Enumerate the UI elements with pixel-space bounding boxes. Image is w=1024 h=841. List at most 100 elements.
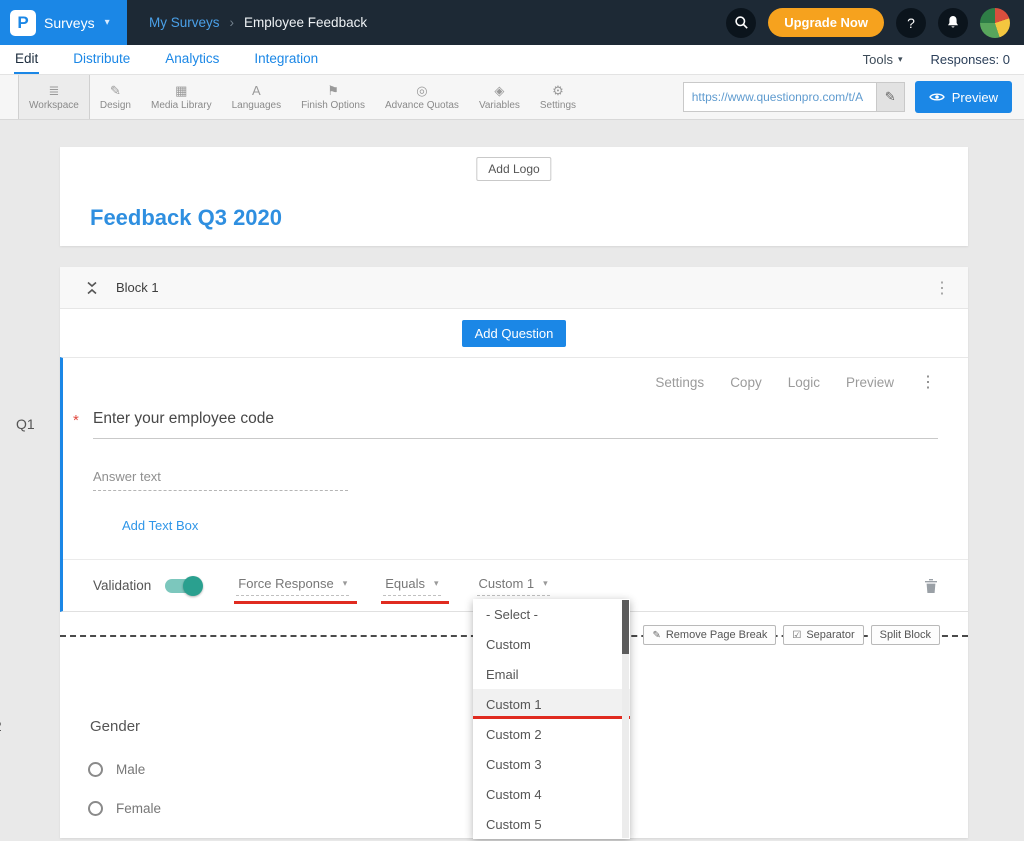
main-tabs: Edit Distribute Analytics Integration To… [0,45,1024,75]
question-menu-kebab-icon[interactable]: ⋮ [920,372,936,392]
add-logo-button[interactable]: Add Logo [476,157,551,181]
tools-menu[interactable]: Tools ▾ [863,52,903,67]
trash-icon [924,578,938,594]
toolbar-item-finish-options[interactable]: ⚑ Finish Options [291,75,375,119]
question-text[interactable]: Enter your employee code [93,410,274,427]
breadcrumb: My Surveys › Employee Feedback [149,15,367,30]
pencil-icon: ✎ [652,630,660,641]
validation-type-value: Custom 1 [479,576,535,591]
design-icon: ✎ [110,84,121,97]
preview-button[interactable]: Preview [915,81,1012,113]
tab-distribute[interactable]: Distribute [72,45,131,74]
force-response-value: Force Response [238,576,333,591]
validation-label: Validation [93,578,151,593]
toolbar-item-label: Variables [479,100,520,111]
remove-page-break-button[interactable]: ✎ Remove Page Break [643,625,776,645]
radio-button-icon[interactable] [88,762,103,777]
validation-type-select[interactable]: Custom 1 ▾ [477,576,550,596]
answer-text-field[interactable]: Answer text [93,469,348,491]
split-block-label: Split Block [880,629,931,641]
toolbar-item-advance-quotas[interactable]: ◎ Advance Quotas [375,75,469,119]
block-card: Block 1 ⋮ Add Question Q1 Settings Copy … [60,267,968,838]
validation-toggle[interactable] [165,579,201,593]
dropdown-item-custom-2[interactable]: Custom 2 [473,719,630,749]
validation-row: Validation Force Response ▾ Equals ▾ [63,559,968,611]
split-block-button[interactable]: Split Block [871,625,940,645]
notifications-button[interactable] [938,8,968,38]
breadcrumb-my-surveys[interactable]: My Surveys [149,15,220,30]
toolbar-item-workspace[interactable]: ≣ Workspace [18,75,90,119]
topbar-actions: Upgrade Now ? [726,8,1024,38]
question-preview-link[interactable]: Preview [846,375,894,390]
dropdown-item-custom-3[interactable]: Custom 3 [473,749,630,779]
question-copy-link[interactable]: Copy [730,375,762,390]
user-avatar[interactable] [980,8,1010,38]
page-break-buttons: ✎ Remove Page Break ☑ Separator Split Bl… [643,625,940,645]
dropdown-item-custom-1[interactable]: Custom 1 [473,689,630,719]
toolbar-item-label: Languages [232,100,282,111]
survey-url-input[interactable] [684,83,876,111]
dropdown-item-custom[interactable]: Custom [473,629,630,659]
toolbar-item-languages[interactable]: A Languages [222,75,292,119]
chevron-down-icon: ▾ [105,17,110,28]
delete-question-button[interactable] [924,578,938,594]
tab-edit[interactable]: Edit [14,45,39,74]
toolbar-item-label: Finish Options [301,100,365,111]
toggle-knob [183,576,203,596]
radio-button-icon[interactable] [88,801,103,816]
help-button[interactable]: ? [896,8,926,38]
block-title[interactable]: Block 1 [116,280,159,295]
variables-icon: ◈ [494,84,504,97]
app-window: P Surveys ▾ My Surveys › Employee Feedba… [0,0,1024,841]
toolbar-item-label: Media Library [151,100,212,111]
validation-operator-value: Equals [385,576,425,591]
toolbar-item-settings[interactable]: ⚙ Settings [530,75,586,119]
survey-title[interactable]: Feedback Q3 2020 [90,205,282,231]
breadcrumb-current: Employee Feedback [244,15,367,30]
block-menu-kebab-icon[interactable]: ⋮ [934,278,950,298]
dropdown-item-email[interactable]: Email [473,659,630,689]
scrollbar-thumb[interactable] [622,600,629,654]
product-menu[interactable]: P Surveys ▾ [0,0,127,45]
breadcrumb-separator-icon: › [230,15,235,30]
bell-icon [946,15,960,30]
editor-toolbar: ≣ Workspace ✎ Design ▦ Media Library A L… [0,75,1024,120]
toolbar-item-label: Settings [540,100,576,111]
product-menu-label: Surveys [44,15,95,31]
finish-options-icon: ⚑ [327,84,339,97]
tab-analytics[interactable]: Analytics [164,45,220,74]
edit-url-button[interactable]: ✎ [876,83,904,111]
force-response-select[interactable]: Force Response ▾ [236,576,349,596]
search-button[interactable] [726,8,756,38]
dropdown-item-custom-4[interactable]: Custom 4 [473,779,630,809]
question-number-q1: Q1 [16,416,35,432]
responses-count[interactable]: Responses: 0 [931,52,1011,67]
remove-page-break-label: Remove Page Break [666,629,768,641]
toolbar-item-variables[interactable]: ◈ Variables [469,75,530,119]
question-q1[interactable]: Q1 Settings Copy Logic Preview ⋮ * Enter… [60,357,968,612]
upgrade-now-button[interactable]: Upgrade Now [768,8,884,37]
toolbar-item-design[interactable]: ✎ Design [90,75,141,119]
question-settings-link[interactable]: Settings [655,375,704,390]
add-question-button[interactable]: Add Question [462,320,567,347]
dropdown-scrollbar[interactable] [622,600,629,838]
dropdown-item-custom-5[interactable]: Custom 5 [473,809,630,839]
dropdown-item-select[interactable]: - Select - [473,599,630,629]
toolbar-item-media-library[interactable]: ▦ Media Library [141,75,222,119]
annotation-underline [234,601,357,604]
advance-quotas-icon: ◎ [416,84,427,97]
chevron-down-icon: ▾ [898,54,903,65]
question-number-q2: Q2 [0,718,2,734]
separator-button[interactable]: ☑ Separator [783,625,863,645]
chevron-down-icon: ▾ [434,578,439,589]
workspace-icon: ≣ [48,84,59,97]
pencil-icon: ✎ [885,89,896,105]
collapse-block-icon[interactable] [86,281,98,295]
question-logic-link[interactable]: Logic [788,375,820,390]
add-text-box-link[interactable]: Add Text Box [122,518,198,533]
answer-option-label: Female [116,801,161,816]
survey-editor-canvas: Add Logo Feedback Q3 2020 Block 1 ⋮ Add … [0,120,1024,838]
tab-integration[interactable]: Integration [253,45,319,74]
validation-operator-select[interactable]: Equals ▾ [383,576,440,596]
preview-button-label: Preview [952,90,998,105]
